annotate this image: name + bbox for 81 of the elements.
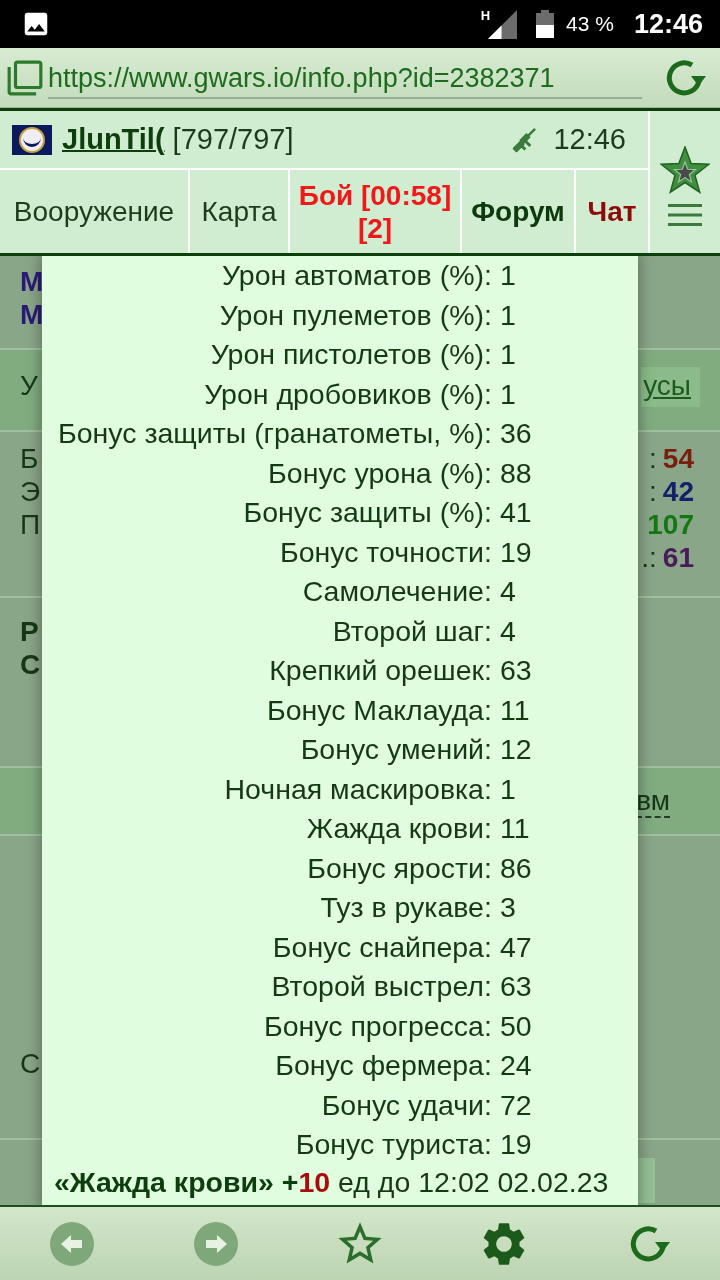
player-link[interactable]: JlunTil( <box>62 123 165 156</box>
stat-label: Бонус точности: <box>278 535 492 569</box>
stat-value: 1 <box>499 377 517 411</box>
stat-value: 88 <box>499 456 532 490</box>
stat-value: 4 <box>499 575 517 609</box>
stat-label: Крепкий орешек: <box>268 654 492 688</box>
stat-text: : <box>649 475 657 508</box>
stat-value: 63 <box>499 970 532 1004</box>
stat-value: 1 <box>499 298 517 332</box>
signal-icon <box>488 9 518 39</box>
stat-text: Б <box>20 442 39 475</box>
stat-value: 1 <box>499 259 517 293</box>
menu-icon[interactable] <box>668 204 702 226</box>
stat-value: 47 <box>499 930 532 964</box>
nav-tab[interactable]: Вооружение <box>0 170 188 253</box>
stat-label: Бонус умений: <box>299 733 492 767</box>
stat-value: 41 <box>499 496 532 530</box>
stat-label: Второй выстрел: <box>270 970 492 1004</box>
bonus-link[interactable]: усы <box>641 367 700 407</box>
stat-text: Э <box>20 475 41 508</box>
battery-icon <box>536 10 555 38</box>
stat-label: Бонус фермера: <box>274 1049 492 1083</box>
name-text: М <box>20 298 44 331</box>
stat-label: Урон автоматов (%): <box>221 259 492 293</box>
label-text: У <box>20 369 38 402</box>
health-text: [797/797] <box>172 123 294 156</box>
stat-value: 11 <box>499 812 531 846</box>
stat-label: Урон пулеметов (%): <box>218 298 492 332</box>
stat-label: Бонус прогресса: <box>263 1009 492 1043</box>
stat-label: Бонус ярости: <box>306 851 492 885</box>
stat-label: Бонус удачи: <box>320 1088 492 1122</box>
stat-value: 42 <box>662 475 694 508</box>
stat-value: 11 <box>499 693 531 727</box>
section-title: Р <box>20 615 39 648</box>
stat-label: Самолечение: <box>301 575 492 609</box>
stat-label: Бонус защиты (%): <box>242 496 492 530</box>
nav-tab[interactable]: Чат <box>576 170 648 253</box>
stat-value: 24 <box>499 1049 532 1083</box>
stat-value: 19 <box>499 535 532 569</box>
stat-label: Ночная маскировка: <box>223 772 492 806</box>
stat-label: Урон дробовиков (%): <box>203 377 492 411</box>
effect-text: «Жажда крови» +10 ед до 12:02 02.02.23 <box>53 1164 610 1199</box>
star-icon[interactable] <box>660 146 710 194</box>
stat-value: 1 <box>499 772 517 806</box>
stat-value: 54 <box>662 442 694 475</box>
stat-value: 50 <box>499 1009 532 1043</box>
battery-text: 43 % <box>566 12 614 36</box>
stat-label: Урон пистолетов (%): <box>209 338 492 372</box>
stat-value: 3 <box>499 891 517 925</box>
stat-text: П <box>20 508 41 541</box>
stat-value: 72 <box>499 1088 532 1122</box>
stat-label: Бонус Маклауда: <box>265 693 492 727</box>
clock-text: 12:46 <box>633 8 703 40</box>
name-text: М <box>20 265 44 298</box>
stat-value: 86 <box>499 851 532 885</box>
stat-label: Второй шаг: <box>331 614 492 648</box>
nav-tab[interactable]: Форум <box>462 170 574 253</box>
copy-icon[interactable] <box>6 58 44 97</box>
time-text: 12:46 <box>553 123 626 156</box>
stat-label: Бонус туриста: <box>294 1128 492 1162</box>
stat-text: .: <box>641 541 657 574</box>
stat-value: 12 <box>499 733 532 767</box>
stat-value: 36 <box>499 417 532 451</box>
stat-value: 107 <box>647 508 694 541</box>
section-title: С <box>20 648 41 681</box>
stat-value: 1 <box>499 338 517 372</box>
stat-value: 19 <box>499 1128 532 1162</box>
stat-label: Жажда крови: <box>305 812 492 846</box>
stat-label: Бонус снайпера: <box>271 930 492 964</box>
stat-value: 4 <box>499 614 517 648</box>
stat-value: 61 <box>662 541 694 574</box>
stat-label: Бонус урона (%): <box>267 456 492 490</box>
nav-tab[interactable]: Карта <box>190 170 288 253</box>
network-label: H <box>480 9 491 22</box>
stat-label: Бонус защиты (гранатометы, %): <box>58 417 492 451</box>
emblem-icon <box>12 124 52 155</box>
button-edge <box>638 1158 655 1203</box>
stat-label: Туз в рукаве: <box>319 891 492 925</box>
stat-value: 63 <box>499 654 532 688</box>
label-text: С <box>20 1047 41 1080</box>
stat-text: : <box>649 442 657 475</box>
